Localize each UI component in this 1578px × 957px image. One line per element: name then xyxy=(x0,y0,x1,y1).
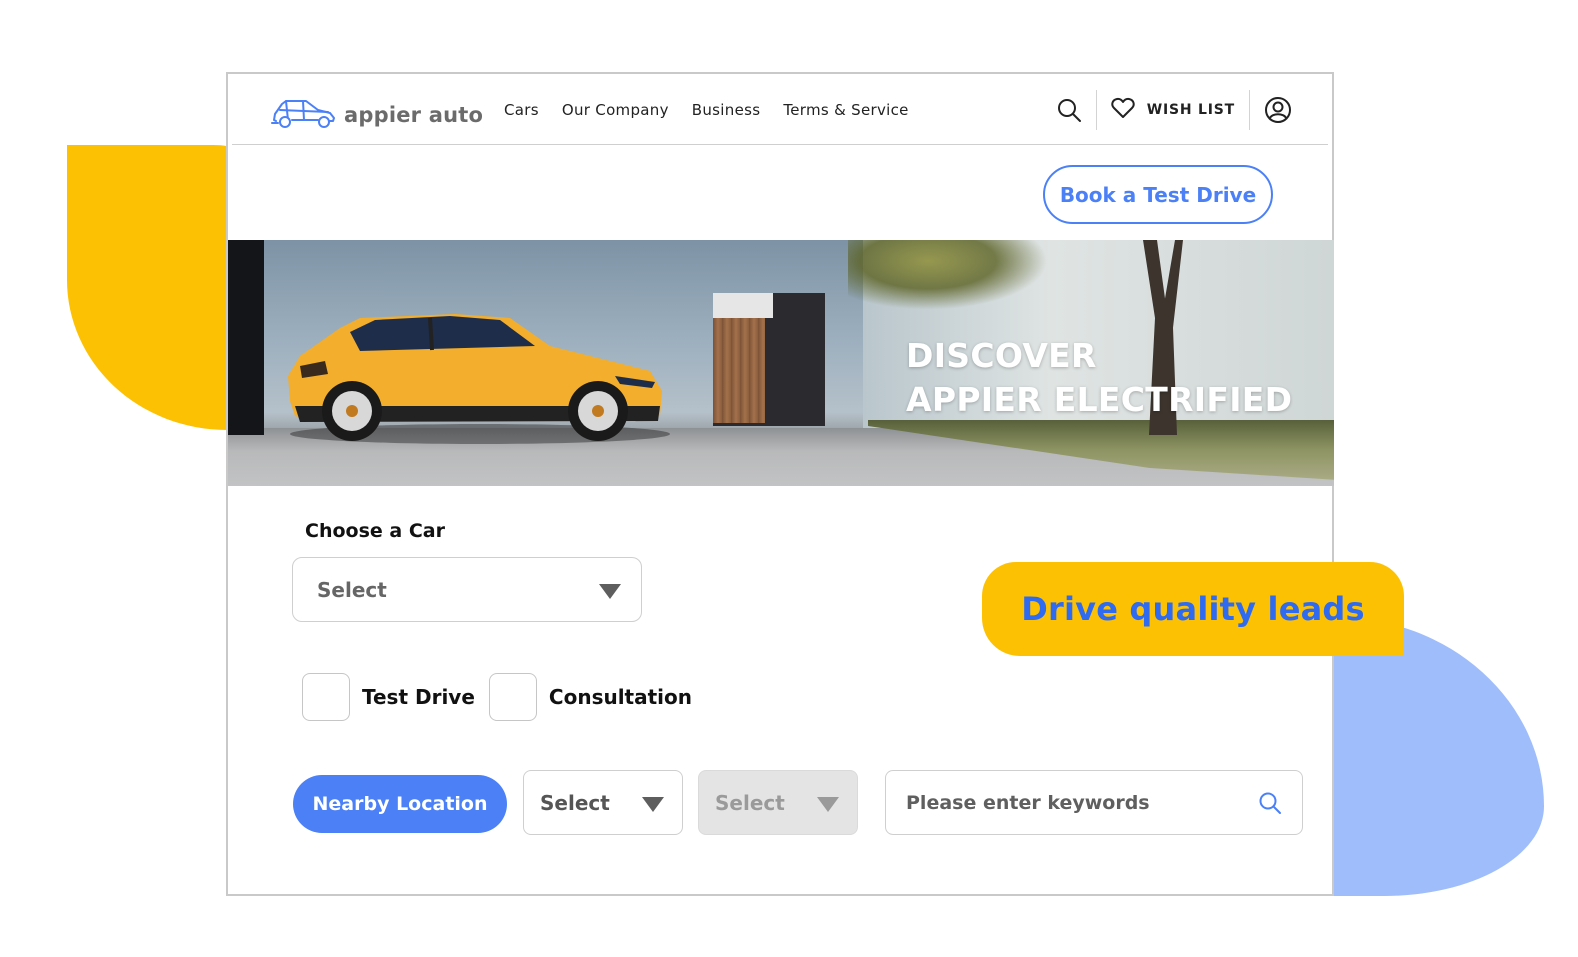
wishlist-label: WISH LIST xyxy=(1146,102,1235,118)
search-icon[interactable] xyxy=(1258,791,1282,815)
decorative-yellow-shape xyxy=(67,145,232,430)
header-actions: WISH LIST xyxy=(1056,90,1292,130)
nav-item-business[interactable]: Business xyxy=(692,101,761,119)
consultation-checkbox[interactable] xyxy=(488,673,537,721)
caret-down-icon xyxy=(817,796,839,812)
keyword-search-input[interactable] xyxy=(906,771,1246,834)
hero-wood-door xyxy=(713,318,765,423)
hero-banner: DISCOVER APPIER ELECTRIFIED xyxy=(228,240,1334,486)
nearby-location-button[interactable]: Nearby Location xyxy=(293,775,507,833)
car-outline-icon xyxy=(270,96,338,134)
service-type-options: Test Drive Consultation xyxy=(302,673,706,721)
header-divider xyxy=(1249,90,1250,130)
main-nav: Cars Our Company Business Terms & Servic… xyxy=(504,101,909,119)
wishlist-button[interactable]: WISH LIST xyxy=(1111,97,1235,123)
test-drive-label: Test Drive xyxy=(362,685,475,709)
test-drive-checkbox[interactable] xyxy=(302,673,350,721)
nav-item-cars[interactable]: Cars xyxy=(504,101,539,119)
city-select: Select xyxy=(698,770,858,835)
city-select-value: Select xyxy=(715,790,785,815)
header-bottom-divider xyxy=(232,144,1328,145)
hero-pillar xyxy=(228,240,264,435)
yellow-suv-image xyxy=(288,314,670,444)
car-select[interactable]: Select xyxy=(292,557,642,622)
hero-door-frame xyxy=(713,293,773,318)
hero-title-line2: APPIER ELECTRIFIED xyxy=(906,380,1293,419)
region-select-value: Select xyxy=(540,790,610,815)
tree-leaves xyxy=(848,240,1048,310)
heart-icon xyxy=(1111,97,1135,123)
keyword-search-box xyxy=(885,770,1303,835)
search-icon[interactable] xyxy=(1056,97,1082,123)
caret-down-icon xyxy=(642,796,664,812)
brand-logo[interactable]: appier auto xyxy=(270,96,483,134)
brand-name: appier auto xyxy=(344,103,484,127)
consultation-label: Consultation xyxy=(548,685,693,709)
site-header: appier auto Cars Our Company Business Te… xyxy=(228,74,1332,144)
hero-title: DISCOVER APPIER ELECTRIFIED xyxy=(906,334,1292,422)
website-frame: appier auto Cars Our Company Business Te… xyxy=(226,72,1334,896)
car-select-value: Select xyxy=(317,577,387,602)
choose-car-label: Choose a Car xyxy=(305,520,445,542)
nav-item-our-company[interactable]: Our Company xyxy=(562,101,669,119)
caret-down-icon xyxy=(599,583,621,599)
nav-item-terms-service[interactable]: Terms & Service xyxy=(783,101,908,119)
book-test-drive-button[interactable]: Book a Test Drive xyxy=(1043,165,1273,224)
header-divider xyxy=(1095,90,1097,130)
region-select[interactable]: Select xyxy=(523,770,683,835)
decorative-blue-shape xyxy=(1330,617,1544,896)
user-circle-icon[interactable] xyxy=(1264,96,1292,124)
drive-quality-leads-callout: Drive quality leads xyxy=(982,562,1404,656)
hero-title-line1: DISCOVER xyxy=(906,336,1097,375)
